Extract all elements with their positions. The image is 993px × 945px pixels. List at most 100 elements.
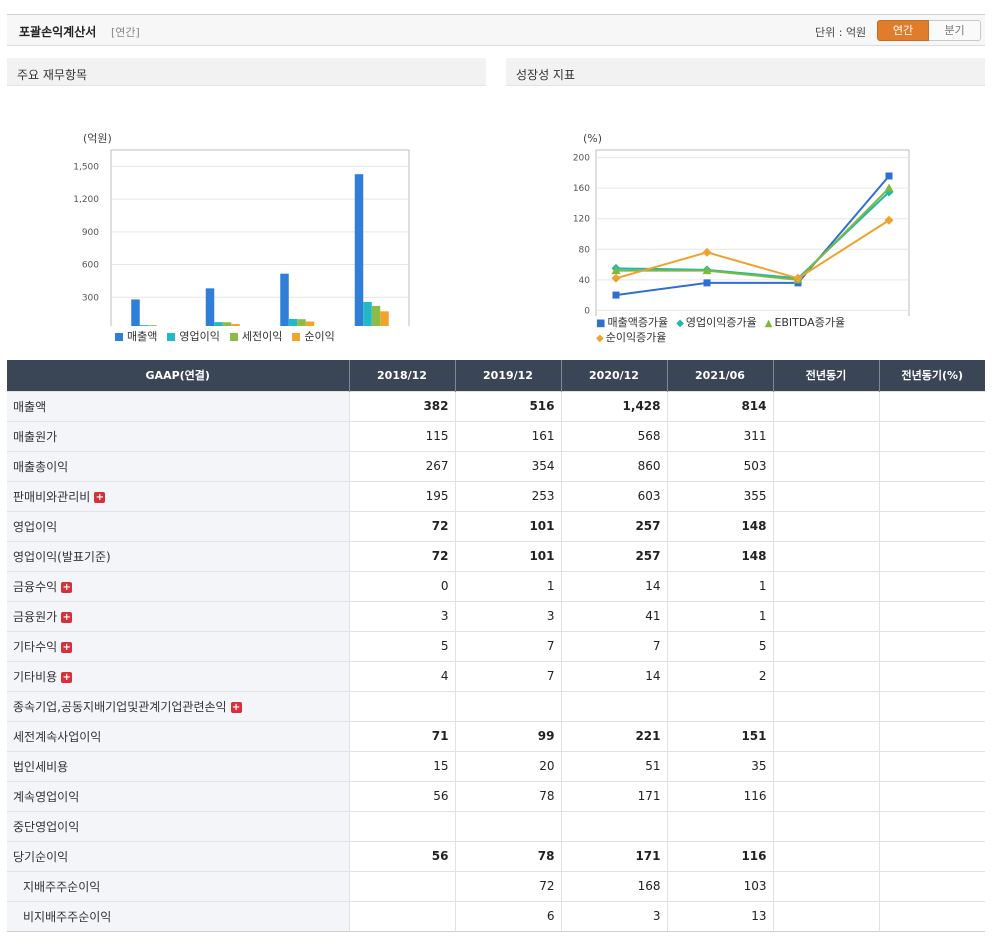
expand-icon[interactable]: +: [61, 581, 73, 593]
y-tick-label: 200: [573, 154, 590, 164]
table-row: 법인세비용 15 20 51 35: [7, 750, 985, 781]
row-label-text: 종속기업,공동지배기업및관계기업관련손익: [13, 699, 227, 714]
table-cell: 257: [560, 540, 667, 571]
row-label-text: 금융원가: [13, 609, 58, 624]
row-label: 기타수익 +: [7, 630, 349, 661]
row-label: 기타비용 +: [7, 660, 349, 691]
y-tick-label: 160: [573, 184, 590, 194]
growth-title: 성장성 지표: [506, 58, 985, 86]
table-cell: 1: [666, 600, 773, 631]
table-cell: 78: [454, 780, 561, 811]
table-cell: 115: [348, 420, 455, 451]
table-cell: [772, 780, 879, 811]
legend-swatch: [229, 333, 238, 341]
row-label-text: 지배주주순이익: [23, 879, 101, 894]
legend-item[interactable]: ◆ 순이익증가율: [596, 331, 666, 346]
table-row: 중단영업이익: [7, 810, 985, 841]
annual-button[interactable]: 연간: [877, 20, 929, 41]
column-header-period: 2021/06: [666, 360, 773, 391]
legend-item[interactable]: 세전이익: [229, 328, 283, 344]
expand-icon[interactable]: +: [94, 491, 106, 503]
row-label: 당기순이익: [7, 840, 349, 871]
table-cell: [878, 600, 985, 631]
legend-swatch: [115, 333, 123, 341]
statement-title: 포괄손익계산서: [19, 25, 97, 39]
legend-item[interactable]: ▲ EBITDA증가율: [765, 316, 845, 331]
legend-item[interactable]: ◆ 영업이익증가율: [676, 316, 757, 331]
expand-icon[interactable]: +: [61, 641, 73, 653]
table-row: 영업이익 72 101 257 148: [7, 510, 985, 541]
growth-chart: (%)040801201602002017/122018/122019/1220…: [573, 132, 910, 316]
data-point: [612, 291, 620, 299]
legend-item[interactable]: 순이익: [292, 328, 335, 344]
table-cell: 267: [348, 450, 455, 481]
expand-icon[interactable]: +: [230, 701, 242, 713]
table-cell: 14: [560, 660, 667, 691]
table-cell: [878, 570, 985, 601]
table-cell: [878, 450, 985, 481]
table-cell: 3: [560, 900, 667, 932]
expand-icon[interactable]: +: [61, 671, 73, 683]
bar: [371, 305, 381, 326]
table-cell: 7: [454, 660, 561, 691]
table-cell: [772, 420, 879, 451]
table-cell: [454, 690, 561, 721]
expand-icon[interactable]: +: [61, 611, 73, 623]
quarterly-button[interactable]: 분기: [929, 20, 981, 41]
y-tick-label: 300: [82, 293, 99, 303]
table-cell: [878, 390, 985, 421]
table-cell: 72: [348, 540, 455, 571]
legend-label: 매출액증가율: [607, 316, 669, 329]
table-cell: 6: [454, 900, 561, 932]
bar: [288, 318, 298, 326]
table-cell: [772, 690, 879, 721]
row-label-text: 중단영업이익: [13, 819, 80, 834]
table-cell: 116: [666, 780, 773, 811]
table-cell: 1: [666, 570, 773, 601]
table-cell: [454, 810, 561, 841]
legend-marker: ◆: [596, 333, 604, 344]
legend-label: 세전이익: [241, 330, 283, 343]
table-cell: 516: [454, 390, 561, 421]
column-header-period: 2018/12: [348, 360, 455, 391]
row-label: 영업이익: [7, 510, 349, 541]
bar: [280, 273, 289, 326]
table-cell: 151: [666, 720, 773, 751]
bar: [139, 325, 149, 326]
table-row: 매출총이익 267 354 860 503: [7, 450, 985, 481]
table-cell: 503: [666, 450, 773, 481]
legend-marker: ▲: [764, 318, 773, 329]
row-label-text: 매출총이익: [13, 459, 69, 474]
table-cell: 7: [454, 630, 561, 661]
table-cell: 382: [348, 390, 455, 421]
key-financials-title: 주요 재무항목: [7, 58, 486, 86]
legend-item[interactable]: 매출액: [115, 328, 157, 344]
table-cell: 311: [666, 420, 773, 451]
table-cell: [878, 780, 985, 811]
table-cell: [772, 900, 879, 932]
table-cell: 103: [666, 870, 773, 901]
table-row: 판매비와관리비 +195 253 603 355: [7, 480, 985, 511]
table-cell: 355: [666, 480, 773, 511]
table-row: 기타수익 +5 7 7 5: [7, 630, 985, 661]
table-cell: 101: [454, 540, 561, 571]
legend-item[interactable]: 영업이익: [167, 328, 220, 344]
income-statement-table: GAAP(연결) 2018/12 2019/12 2020/12 2021/06 전년동기…: [7, 360, 985, 932]
row-label: 지배주주순이익: [7, 870, 349, 901]
table-cell: 3: [348, 600, 455, 631]
table-cell: [878, 660, 985, 691]
table-cell: [772, 540, 879, 571]
table-cell: [348, 810, 455, 841]
column-header-period: 전년동기: [772, 360, 879, 391]
table-cell: 161: [454, 420, 561, 451]
table-cell: 568: [560, 420, 667, 451]
table-cell: [772, 810, 879, 841]
bar: [297, 319, 306, 326]
table-cell: [666, 690, 773, 721]
table-cell: 41: [560, 600, 667, 631]
table-cell: 4: [348, 660, 455, 691]
row-label-text: 판매비와관리비: [13, 489, 91, 504]
legend-item[interactable]: ■ 매출액증가율: [596, 316, 668, 331]
table-cell: 56: [348, 840, 455, 871]
table-cell: 603: [560, 480, 667, 511]
